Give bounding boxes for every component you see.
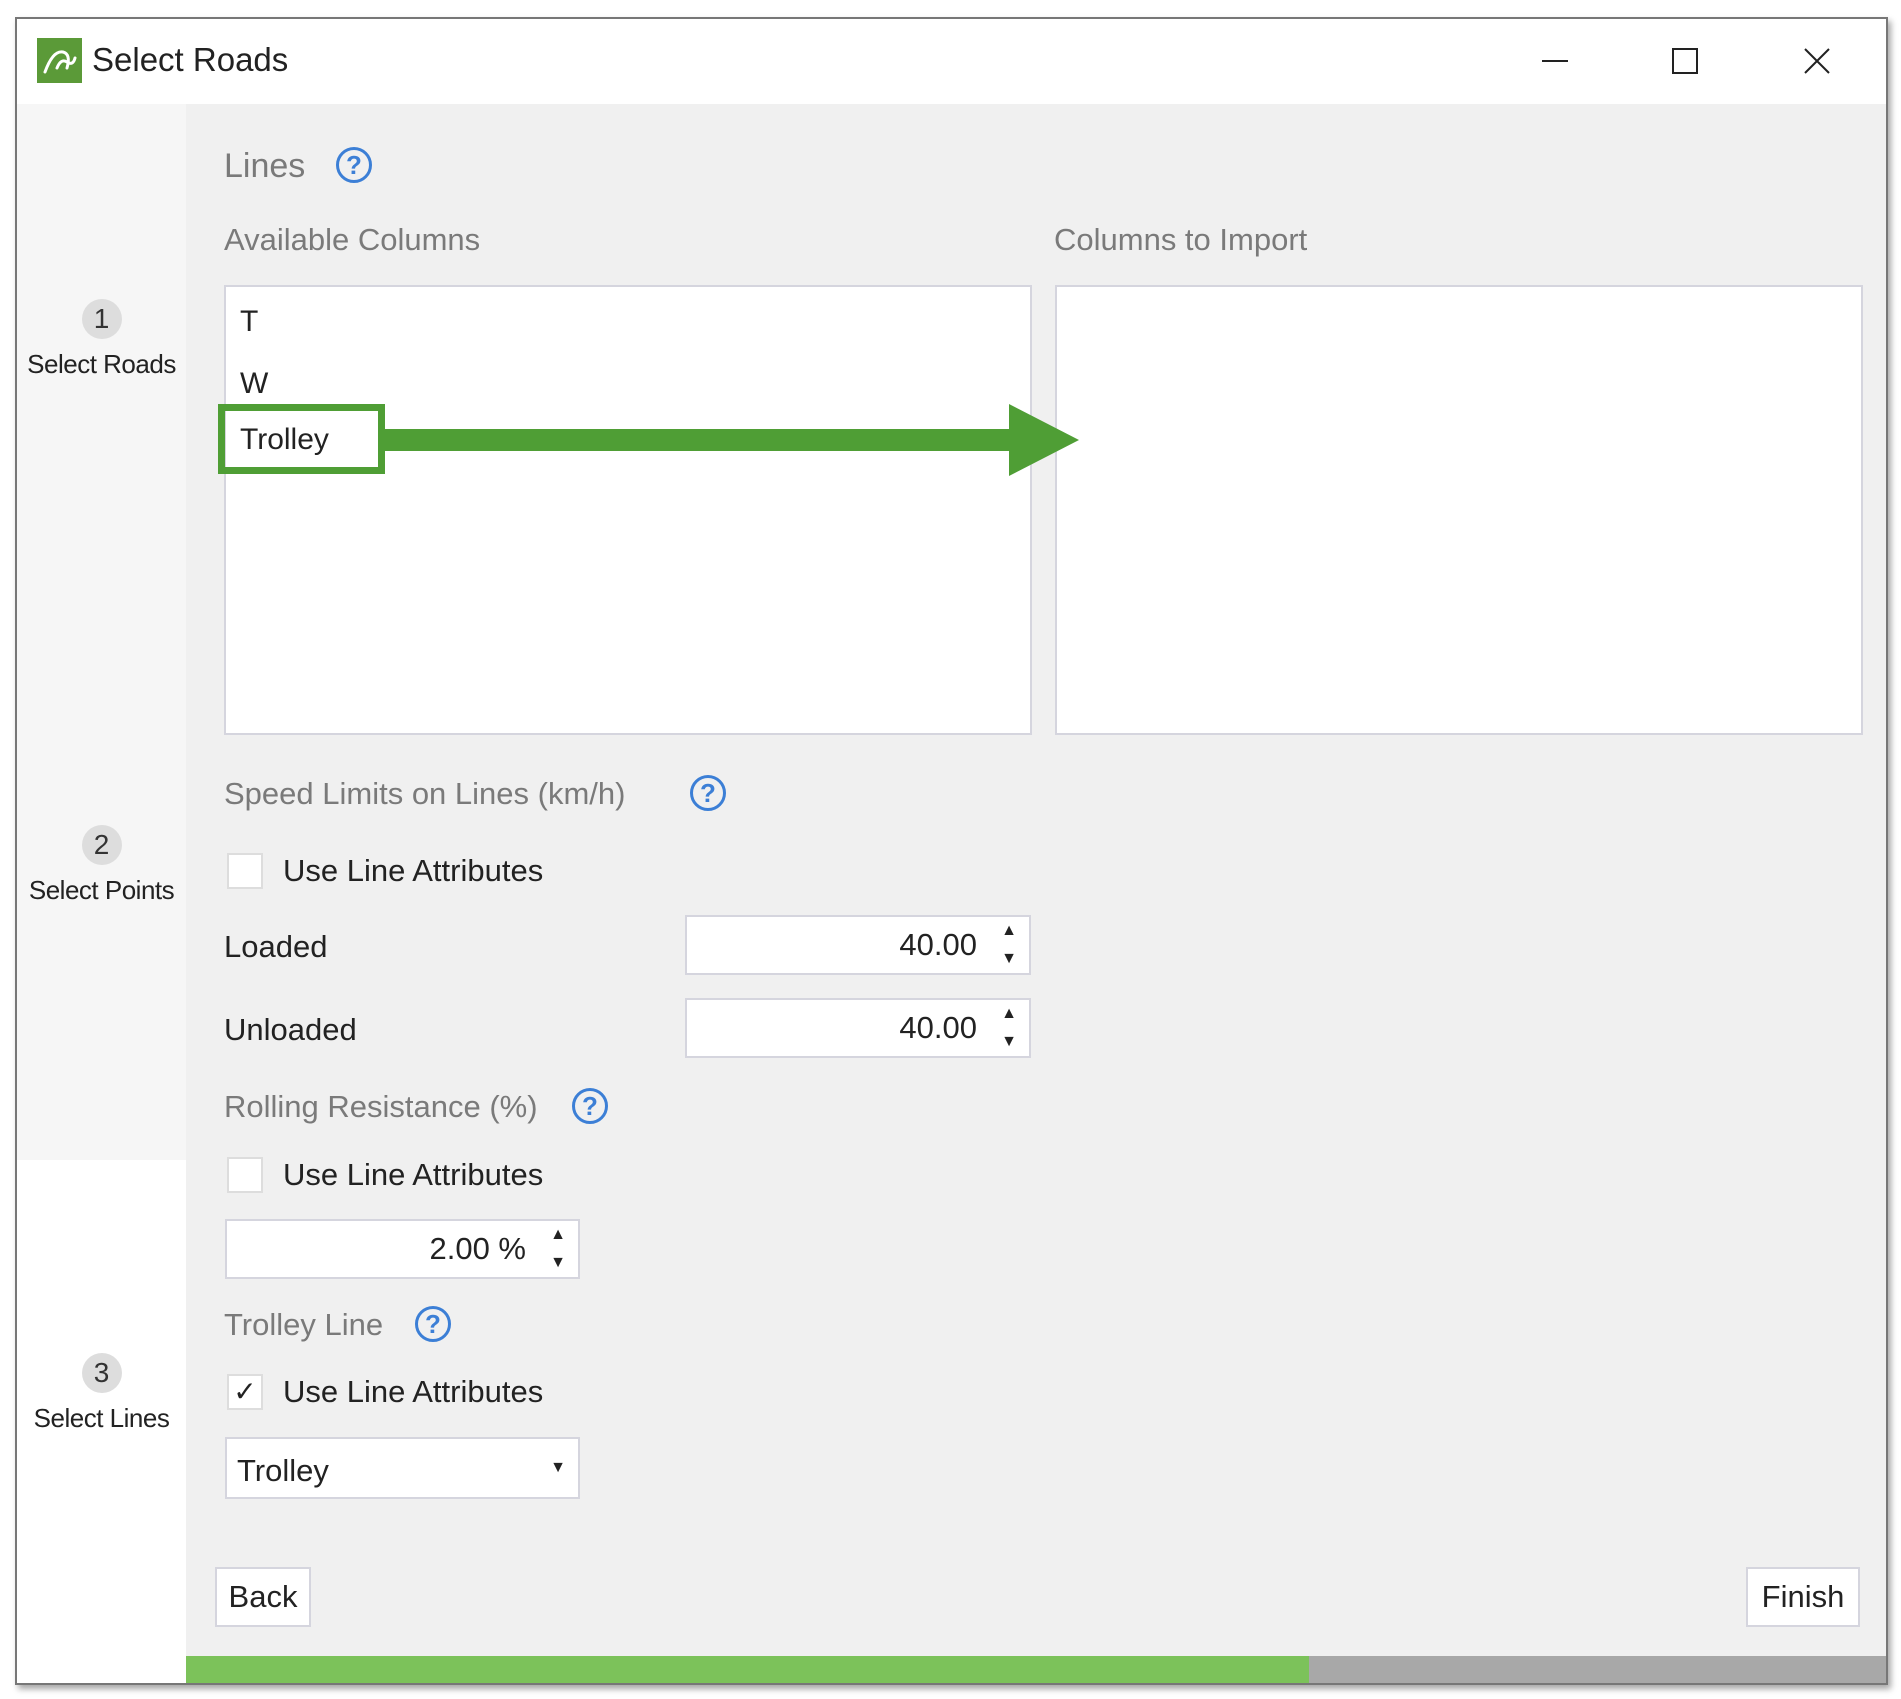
step-label: Select Points xyxy=(28,875,175,905)
rolling-use-line-attributes-checkbox[interactable] xyxy=(227,1157,263,1193)
window-title: Select Roads xyxy=(92,41,289,78)
road-logo-icon xyxy=(37,38,82,83)
maximize-icon xyxy=(1672,48,1698,74)
spin-up-icon[interactable]: ▲ xyxy=(997,923,1021,939)
trolley-column-dropdown[interactable]: Trolley ▼ xyxy=(225,1437,580,1499)
back-button[interactable]: Back xyxy=(215,1567,311,1627)
speed-use-line-attributes-checkbox[interactable] xyxy=(227,853,263,889)
progress-fill xyxy=(186,1656,1310,1683)
unloaded-label: Unloaded xyxy=(224,1012,357,1047)
checkbox-label: Use Line Attributes xyxy=(283,1374,544,1409)
chevron-down-icon: ▼ xyxy=(550,1459,566,1476)
dropdown-value: Trolley xyxy=(237,1453,329,1488)
step-number: 3 xyxy=(81,1353,122,1393)
columns-to-import-list[interactable] xyxy=(1055,285,1863,735)
help-icon[interactable]: ? xyxy=(572,1088,608,1124)
loaded-speed-input[interactable]: 40.00 ▲ ▼ xyxy=(685,915,1031,975)
wizard-steps-sidebar xyxy=(17,104,186,1160)
help-icon[interactable]: ? xyxy=(415,1306,451,1342)
finish-button[interactable]: Finish xyxy=(1746,1567,1860,1627)
rolling-resistance-input[interactable]: 2.00 % ▲ ▼ xyxy=(225,1219,580,1279)
value: 40.00 xyxy=(899,927,977,962)
step-number: 1 xyxy=(81,299,122,339)
spin-down-icon[interactable]: ▼ xyxy=(997,1034,1021,1050)
lines-heading: Lines xyxy=(224,147,306,185)
spin-up-icon[interactable]: ▲ xyxy=(997,1006,1021,1022)
spin-down-icon[interactable]: ▼ xyxy=(997,951,1021,967)
highlight-box xyxy=(218,404,385,474)
step-select-points[interactable]: 2 Select Points xyxy=(17,825,186,906)
arrow-icon xyxy=(383,404,1079,476)
spin-down-icon[interactable]: ▼ xyxy=(546,1255,570,1271)
speed-limits-heading: Speed Limits on Lines (km/h) xyxy=(224,776,626,811)
trolley-line-heading: Trolley Line xyxy=(224,1307,384,1342)
unloaded-speed-input[interactable]: 40.00 ▲ ▼ xyxy=(685,998,1031,1058)
minimize-icon xyxy=(1542,60,1568,62)
progress-bar xyxy=(186,1656,1886,1683)
spin-up-icon[interactable]: ▲ xyxy=(546,1227,570,1243)
step-select-lines[interactable]: 3 Select Lines xyxy=(17,1353,186,1434)
step-select-roads[interactable]: 1 Select Roads xyxy=(17,299,186,380)
list-item[interactable]: T xyxy=(240,305,258,339)
value: 2.00 % xyxy=(429,1231,526,1266)
help-icon[interactable]: ? xyxy=(690,775,726,811)
available-columns-list[interactable]: T W Trolley xyxy=(224,285,1032,735)
columns-to-import-label: Columns to Import xyxy=(1054,222,1308,257)
close-button[interactable] xyxy=(1787,33,1847,89)
rolling-resistance-heading: Rolling Resistance (%) xyxy=(224,1089,538,1124)
value: 40.00 xyxy=(899,1010,977,1045)
available-columns-label: Available Columns xyxy=(224,222,481,257)
close-icon xyxy=(1804,48,1830,74)
help-icon[interactable]: ? xyxy=(336,147,372,183)
step-label: Select Roads xyxy=(27,349,176,379)
maximize-button[interactable] xyxy=(1655,33,1715,89)
checkbox-label: Use Line Attributes xyxy=(283,1157,544,1192)
checkbox-label: Use Line Attributes xyxy=(283,853,544,888)
title-bar: Select Roads xyxy=(17,19,1886,104)
step-label: Select Lines xyxy=(33,1403,170,1433)
step-number: 2 xyxy=(81,825,122,865)
trolley-use-line-attributes-checkbox[interactable]: ✓ xyxy=(227,1374,263,1410)
loaded-label: Loaded xyxy=(224,929,328,964)
list-item[interactable]: W xyxy=(240,367,268,401)
dialog-window: Select Roads 1 Select Roads 2 Select Poi… xyxy=(15,17,1888,1685)
minimize-button[interactable] xyxy=(1525,33,1585,89)
